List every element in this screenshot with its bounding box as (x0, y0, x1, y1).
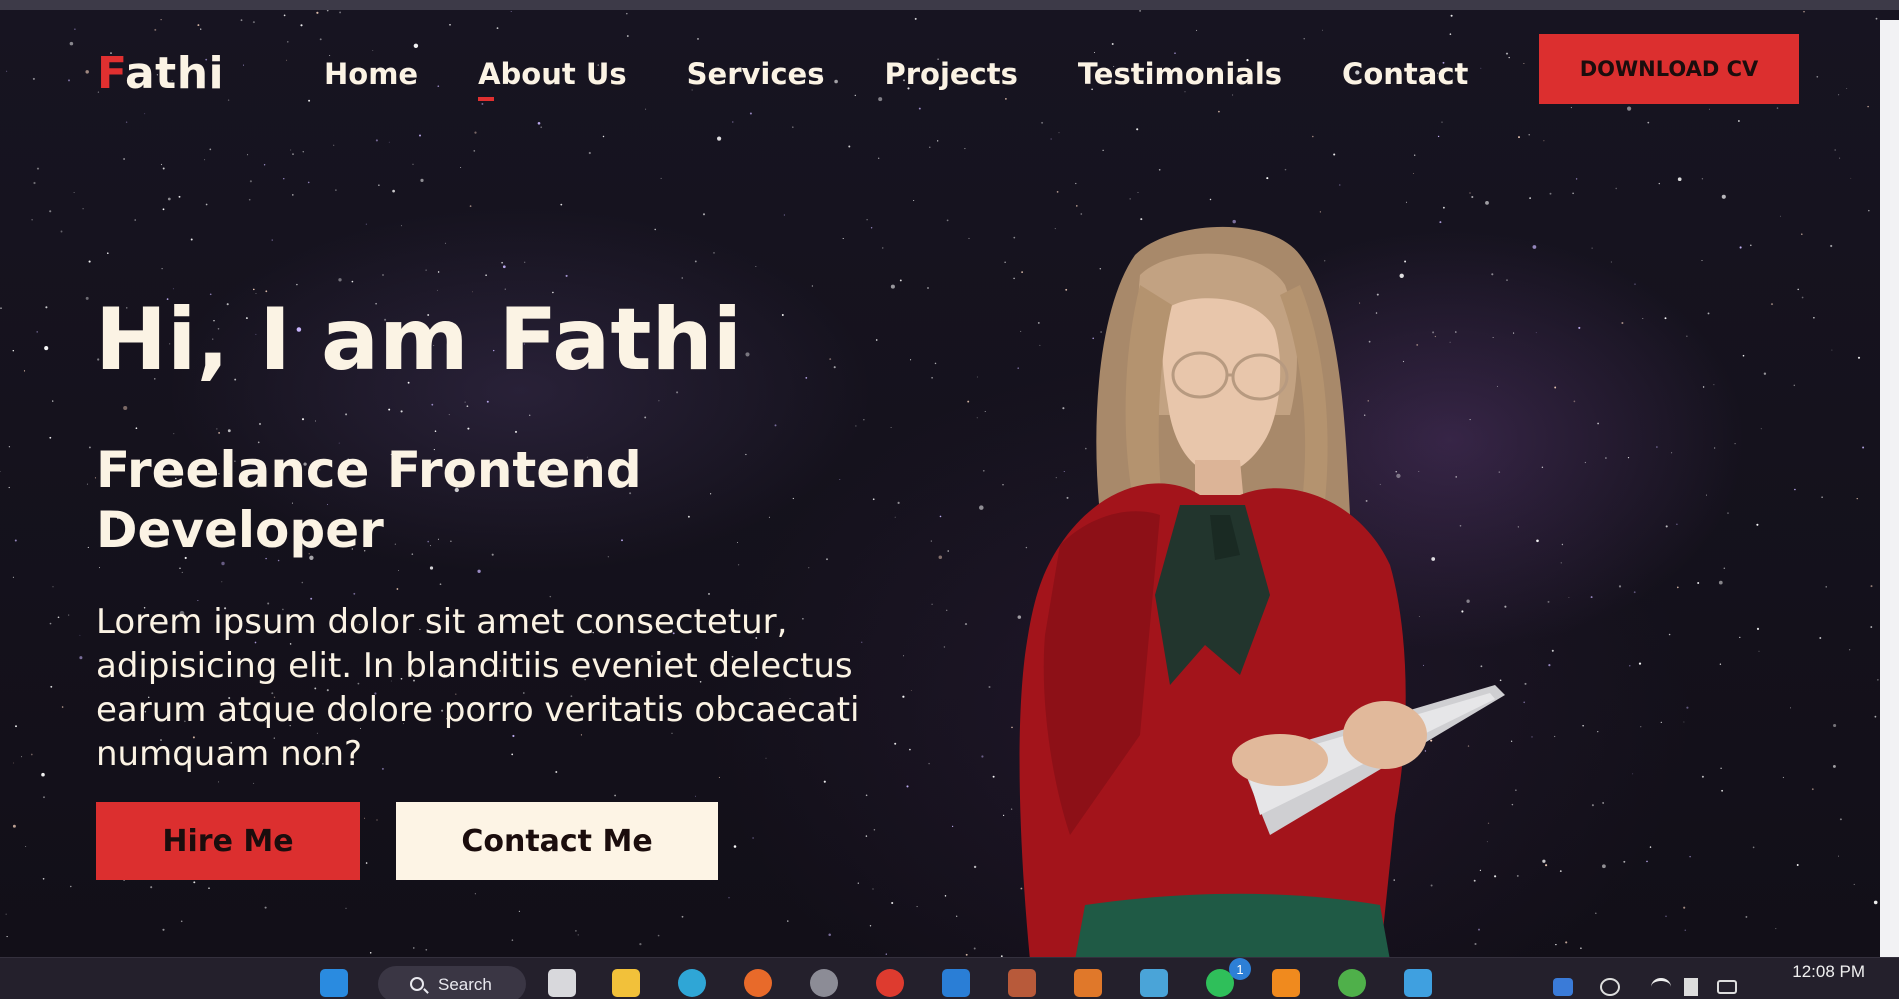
notepad-icon[interactable] (1008, 969, 1036, 997)
nav-about-us[interactable]: About Us (478, 57, 627, 101)
paint-icon[interactable] (1338, 969, 1366, 997)
contact-me-button[interactable]: Contact Me (396, 802, 718, 880)
notification-badge: 1 (1229, 958, 1251, 980)
taskbar-clock[interactable]: 12:08 PM (1775, 961, 1865, 983)
nav-testimonials[interactable]: Testimonials (1078, 57, 1282, 91)
notepad-blue-icon[interactable] (1404, 969, 1432, 997)
vscode-icon[interactable] (942, 969, 970, 997)
hero-section: Fathi Home About Us Services Projects Te… (0, 10, 1899, 957)
sync-tray-icon[interactable] (1600, 978, 1620, 996)
hire-me-button[interactable]: Hire Me (96, 802, 360, 880)
wifi-icon[interactable] (1651, 978, 1671, 996)
vlc-icon[interactable] (1272, 969, 1300, 997)
nav-services[interactable]: Services (687, 57, 825, 91)
nav-projects[interactable]: Projects (884, 57, 1017, 91)
windows-start-icon[interactable] (320, 969, 348, 997)
app-icon[interactable] (1140, 969, 1168, 997)
task-view-icon[interactable] (548, 969, 576, 997)
hero-title: Hi, I am Fathi (95, 290, 743, 390)
logo-rest: athi (124, 48, 225, 99)
edge-icon[interactable] (678, 969, 706, 997)
chrome-icon[interactable] (876, 969, 904, 997)
nav-home[interactable]: Home (324, 57, 418, 91)
settings-icon[interactable] (810, 969, 838, 997)
scrollbar-track[interactable] (1880, 20, 1899, 957)
nav-contact[interactable]: Contact (1342, 57, 1468, 91)
hero-subtitle: Freelance Frontend Developer (96, 441, 642, 559)
taskbar-search-label: Search (438, 975, 492, 994)
site-logo[interactable]: Fathi (97, 48, 224, 99)
download-cv-button[interactable]: DOWNLOAD CV (1539, 34, 1799, 104)
file-explorer-icon[interactable] (612, 969, 640, 997)
main-nav: Home About Us Services Projects Testimon… (324, 57, 1528, 101)
security-tray-icon[interactable] (1553, 978, 1573, 996)
search-icon (410, 977, 424, 991)
windows-taskbar: Search 1 12:08 PM (0, 957, 1899, 999)
volume-icon[interactable] (1684, 978, 1698, 996)
hero-person-image (1019, 226, 1505, 957)
logo-first-letter: F (97, 48, 125, 99)
taskbar-search-box[interactable]: Search (378, 966, 526, 999)
xampp-icon[interactable] (1074, 969, 1102, 997)
battery-icon[interactable] (1717, 980, 1737, 994)
browser-top-strip (0, 0, 1899, 10)
hero-description: Lorem ipsum dolor sit amet consectetur, … (96, 602, 860, 774)
firefox-icon[interactable] (744, 969, 772, 997)
